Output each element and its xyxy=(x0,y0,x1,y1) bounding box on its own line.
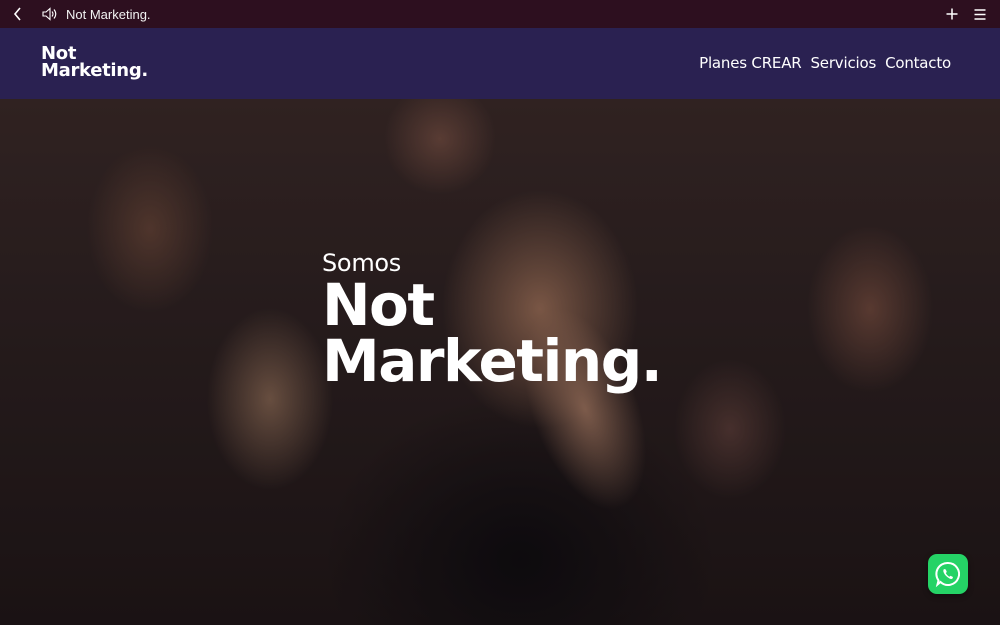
hero-headline-line-1: Not xyxy=(322,271,435,339)
nav-link-planes-crear[interactable]: Planes CREAR xyxy=(699,54,802,72)
hero-headline-line-2: Marketing. xyxy=(322,327,663,395)
hamburger-menu-icon xyxy=(974,8,986,20)
menu-button[interactable] xyxy=(966,0,994,28)
hero-heading: Somos Not Marketing. xyxy=(322,249,663,395)
audio-toggle[interactable] xyxy=(40,0,60,28)
main-nav: Planes CREAR Servicios Contacto xyxy=(699,54,951,72)
speaker-icon xyxy=(42,7,57,21)
nav-link-servicios[interactable]: Servicios xyxy=(810,54,876,72)
back-button[interactable] xyxy=(0,0,36,28)
browser-toolbar: Not Marketing. xyxy=(0,0,1000,28)
plus-icon xyxy=(946,8,958,20)
new-tab-button[interactable] xyxy=(938,0,966,28)
tab-title: Not Marketing. xyxy=(66,6,151,22)
whatsapp-button[interactable] xyxy=(928,554,968,594)
nav-link-contacto[interactable]: Contacto xyxy=(885,54,951,72)
site-logo[interactable]: Not Marketing. xyxy=(41,45,148,81)
hero-section: Somos Not Marketing. xyxy=(0,99,1000,625)
logo-line-2: Marketing. xyxy=(41,60,148,81)
whatsapp-icon xyxy=(935,561,960,588)
chevron-left-icon xyxy=(13,7,21,21)
site-header: Not Marketing. Planes CREAR Servicios Co… xyxy=(0,28,1000,99)
